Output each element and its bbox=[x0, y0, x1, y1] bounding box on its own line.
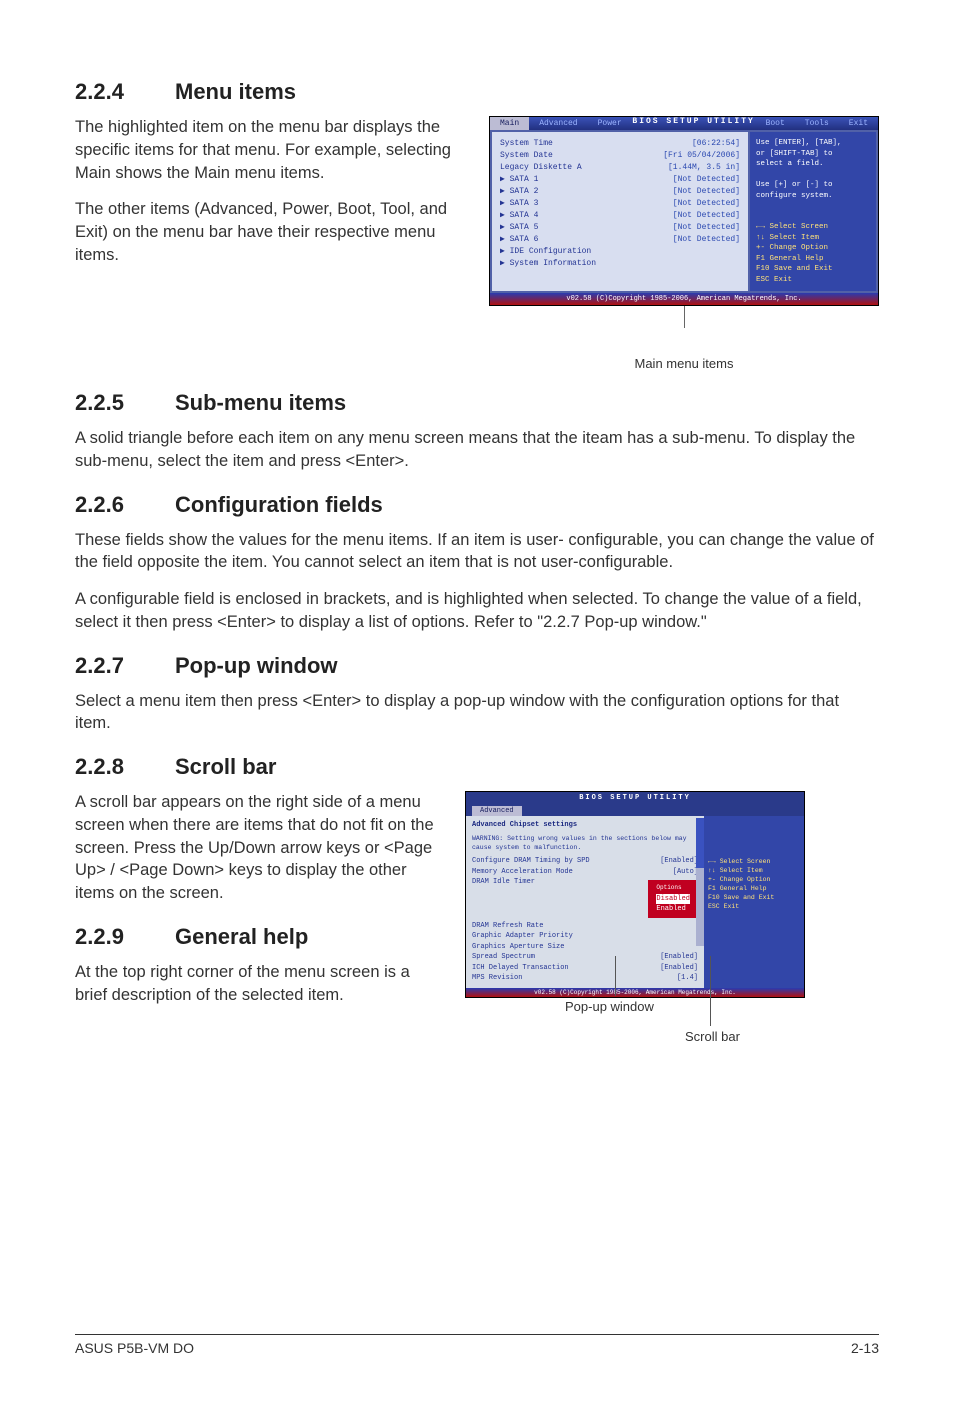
opt-enabled: Enabled bbox=[656, 904, 690, 915]
p-226-1: These fields show the values for the men… bbox=[75, 529, 879, 575]
tab-boot: Boot bbox=[756, 117, 795, 130]
nav-row: +- Change Option bbox=[708, 875, 800, 884]
heading-226: 2.2.6Configuration fields bbox=[75, 491, 879, 519]
nav-row: F1 General Help bbox=[756, 254, 870, 265]
bios2-left: Advanced Chipset settings WARNING: Setti… bbox=[466, 816, 704, 988]
row-sata1: ▶ SATA 1[Not Detected] bbox=[500, 174, 740, 186]
bios-menubar: Main Advanced Power BIOS SETUP UTILITY B… bbox=[490, 117, 878, 130]
chipset-heading: Advanced Chipset settings bbox=[472, 820, 698, 831]
tab-advanced: Advanced bbox=[529, 117, 587, 130]
p-225-1: A solid triangle before each item on any… bbox=[75, 427, 879, 473]
cfg-row: Graphics Aperture Size bbox=[472, 942, 698, 953]
bios-left-panel: System Time[06:22:54] System Date[Fri 05… bbox=[490, 130, 748, 293]
page-footer: ASUS P5B-VM DO 2-13 bbox=[75, 1334, 879, 1356]
row-systime: System Time[06:22:54] bbox=[500, 138, 740, 150]
bios2-help: ←→ Select Screen ↑↓ Select Item +- Chang… bbox=[704, 816, 804, 988]
bios2-title: BIOS SETUP UTILITY bbox=[466, 792, 804, 804]
nav-row: +- Change Option bbox=[756, 243, 870, 254]
tab-advanced-sel: Advanced bbox=[472, 806, 522, 816]
caption-scroll: Scroll bar bbox=[685, 1029, 740, 1044]
figure-main-menu: Main Advanced Power BIOS SETUP UTILITY B… bbox=[489, 116, 879, 371]
bios-main-screen: Main Advanced Power BIOS SETUP UTILITY B… bbox=[489, 116, 879, 306]
opt-disabled: Disabled bbox=[656, 894, 690, 905]
scrollbar-track bbox=[696, 868, 704, 946]
row-sysdate: System Date[Fri 05/04/2006] bbox=[500, 150, 740, 162]
row-diskette: Legacy Diskette A[1.44M, 3.5 in] bbox=[500, 162, 740, 174]
row-sata4: ▶ SATA 4[Not Detected] bbox=[500, 210, 740, 222]
cfg-row: Memory Acceleration Mode[Auto] bbox=[472, 867, 698, 878]
footer-right: 2-13 bbox=[851, 1340, 879, 1356]
warning-text: WARNING: Setting wrong values in the sec… bbox=[472, 834, 698, 854]
scrollbar-thumb bbox=[696, 818, 704, 868]
row-sata2: ▶ SATA 2[Not Detected] bbox=[500, 186, 740, 198]
nav-row: ←→ Select Screen bbox=[708, 857, 800, 866]
heading-227: 2.2.7Pop-up window bbox=[75, 652, 879, 680]
nav-row: ↑↓ Select Item bbox=[756, 233, 870, 244]
bios-body: System Time[06:22:54] System Date[Fri 05… bbox=[490, 130, 878, 293]
p-227-1: Select a menu item then press <Enter> to… bbox=[75, 690, 879, 736]
nav-row: ESC Exit bbox=[756, 275, 870, 286]
row-ideconfig: ▶ IDE Configuration bbox=[500, 246, 740, 258]
figure-popup: BIOS SETUP UTILITY Advanced Advanced Chi… bbox=[465, 791, 805, 1058]
row-sysinfo: ▶ System Information bbox=[500, 258, 740, 270]
bios-help-panel: Use [ENTER], [TAB], or [SHIFT-TAB] to se… bbox=[748, 130, 878, 293]
anno-line-scroll bbox=[710, 956, 711, 1026]
nav-row: ←→ Select Screen bbox=[756, 222, 870, 233]
heading-229: 2.2.9General help bbox=[75, 923, 445, 951]
row-sata3: ▶ SATA 3[Not Detected] bbox=[500, 198, 740, 210]
p-224-2: The other items (Advanced, Power, Boot, … bbox=[75, 198, 469, 266]
cfg-row: Configure DRAM Timing by SPD[Enabled] bbox=[472, 856, 698, 867]
nav-row: ↑↓ Select Item bbox=[708, 866, 800, 875]
caption-popup: Pop-up window bbox=[565, 999, 654, 1014]
cfg-row: MPS Revision[1.4] bbox=[472, 973, 698, 984]
cfg-row: DRAM Refresh Rate bbox=[472, 921, 698, 932]
text-224: The highlighted item on the menu bar dis… bbox=[75, 116, 469, 281]
cfg-row: Spread Spectrum[Enabled] bbox=[472, 952, 698, 963]
nav-row: F10 Save and Exit bbox=[756, 264, 870, 275]
tab-main: Main bbox=[490, 117, 529, 130]
heading-224: 2.2.4Menu items bbox=[75, 78, 879, 106]
bios-title: BIOS SETUP UTILITY bbox=[632, 117, 756, 130]
nav-row: ESC Exit bbox=[708, 902, 800, 911]
nav-row: F10 Save and Exit bbox=[708, 893, 800, 902]
cfg-row: DRAM Idle Timer Options Disabled Enabled bbox=[472, 877, 698, 921]
p-224-1: The highlighted item on the menu bar dis… bbox=[75, 116, 469, 184]
caption-line bbox=[684, 306, 685, 328]
text-228: A scroll bar appears on the right side o… bbox=[75, 791, 445, 1020]
bios2-footer: v02.58 (C)Copyright 1985-2006, American … bbox=[466, 988, 804, 997]
bios-advanced-screen: BIOS SETUP UTILITY Advanced Advanced Chi… bbox=[465, 791, 805, 998]
row-224: The highlighted item on the menu bar dis… bbox=[75, 116, 879, 371]
tab-power: Power bbox=[588, 117, 632, 130]
bios-footer: v02.58 (C)Copyright 1985-2006, American … bbox=[490, 293, 878, 305]
cfg-row: ICH Delayed Transaction[Enabled] bbox=[472, 963, 698, 974]
p-229-1: At the top right corner of the menu scre… bbox=[75, 961, 445, 1007]
row-sata6: ▶ SATA 6[Not Detected] bbox=[500, 234, 740, 246]
cfg-row: Graphic Adapter Priority bbox=[472, 931, 698, 942]
row-sata5: ▶ SATA 5[Not Detected] bbox=[500, 222, 740, 234]
tab-exit: Exit bbox=[839, 117, 878, 130]
anno-line-popup bbox=[615, 956, 616, 996]
row-228: A scroll bar appears on the right side o… bbox=[75, 791, 879, 1058]
heading-228: 2.2.8Scroll bar bbox=[75, 753, 879, 781]
footer-left: ASUS P5B-VM DO bbox=[75, 1340, 194, 1356]
caption-main-menu: Main menu items bbox=[489, 356, 879, 371]
bios2-body: Advanced Chipset settings WARNING: Setti… bbox=[466, 816, 804, 988]
heading-225: 2.2.5Sub-menu items bbox=[75, 389, 879, 417]
p-226-2: A configurable field is enclosed in brac… bbox=[75, 588, 879, 634]
tab-tools: Tools bbox=[795, 117, 839, 130]
popup-options: Options Disabled Enabled bbox=[648, 880, 698, 918]
p-228-1: A scroll bar appears on the right side o… bbox=[75, 791, 445, 905]
nav-row: F1 General Help bbox=[708, 884, 800, 893]
